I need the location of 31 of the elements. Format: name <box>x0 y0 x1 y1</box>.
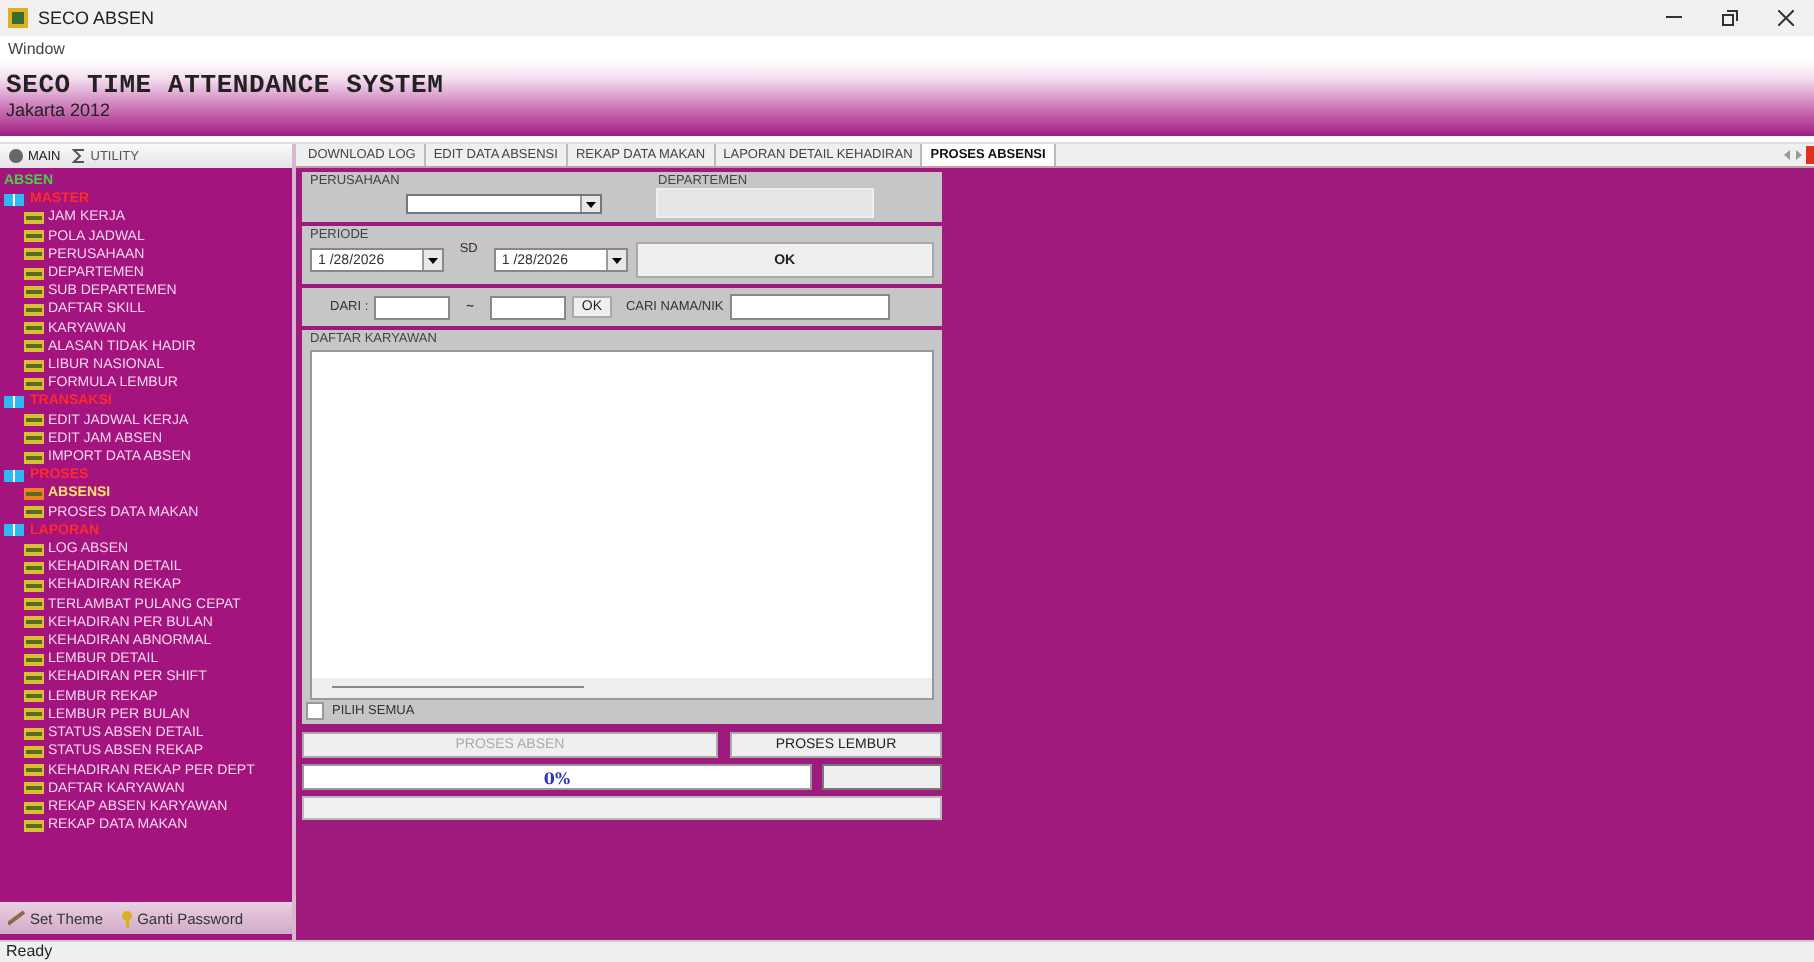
minimize-icon[interactable] <box>1666 16 1682 20</box>
input-field[interactable] <box>489 295 566 319</box>
department-field[interactable] <box>656 188 874 218</box>
folder-icon <box>4 524 24 537</box>
input-field[interactable] <box>374 295 451 319</box>
dropdown-arrow-icon[interactable] <box>611 257 622 263</box>
dropdown-arrow-icon[interactable] <box>427 257 438 263</box>
company-dropdown[interactable] <box>406 194 602 214</box>
progress-reading: 0% <box>543 767 571 787</box>
folder-icon <box>4 469 24 482</box>
window-title: SECO ABSEN <box>38 8 155 28</box>
app-icon <box>8 8 28 28</box>
sigma-icon <box>72 148 87 164</box>
folder-icon <box>4 193 24 206</box>
folder-icon <box>4 396 24 409</box>
menu-item[interactable]: Window <box>8 39 65 57</box>
close-icon[interactable] <box>1778 10 1794 26</box>
status-text: Ready <box>6 942 53 960</box>
globe-icon <box>8 148 24 164</box>
search-field[interactable] <box>729 294 890 320</box>
restore-icon[interactable] <box>1722 10 1738 26</box>
employee-list[interactable] <box>310 350 934 700</box>
dropdown-arrow-icon[interactable] <box>586 201 596 207</box>
checkbox[interactable] <box>306 702 324 720</box>
brush-icon <box>8 910 26 926</box>
banner-title: SECO TIME ATTENDANCE SYSTEM <box>6 68 446 100</box>
banner-subtitle: Jakarta 2012 <box>6 100 113 120</box>
status-box <box>822 764 942 790</box>
key-icon <box>119 909 134 927</box>
scrollbar-thumb[interactable] <box>332 686 584 690</box>
tab-scroll-arrows-icon[interactable] <box>1784 150 1802 160</box>
